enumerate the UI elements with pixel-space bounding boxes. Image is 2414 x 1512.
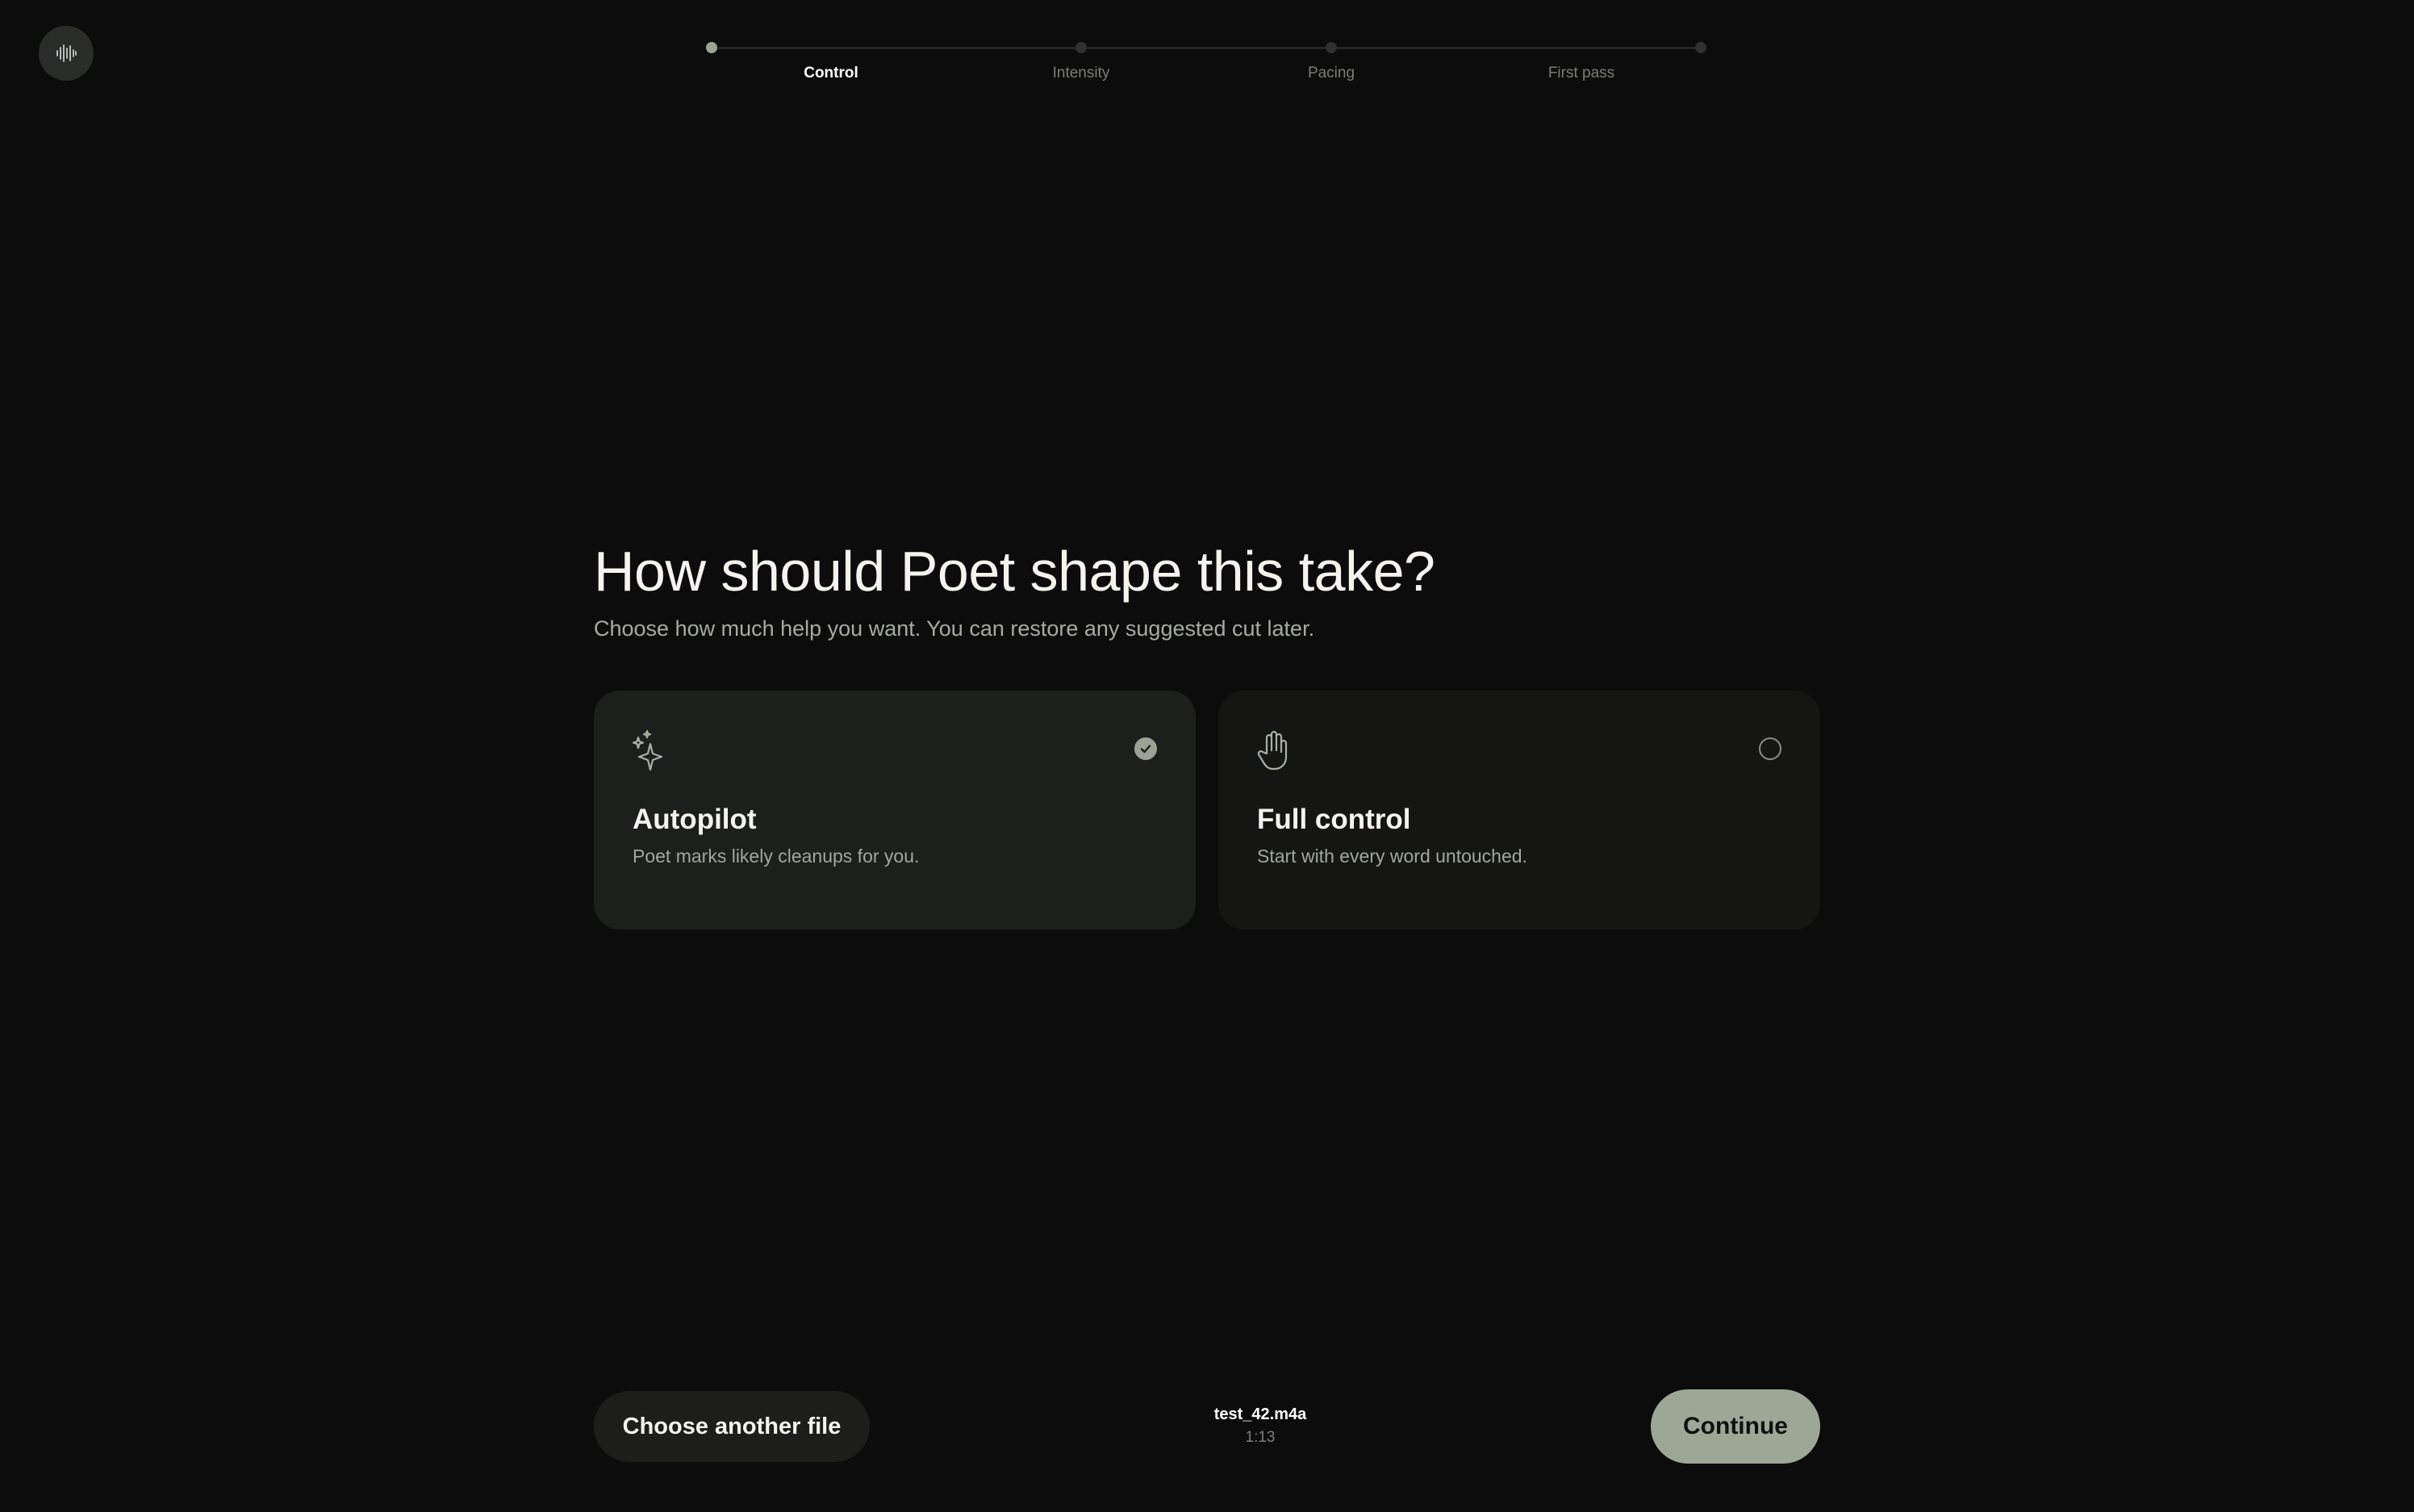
step-label-first-pass[interactable]: First pass [1548,65,1614,82]
continue-button[interactable]: Continue [1651,1389,1820,1464]
page-subtitle: Choose how much help you want. You can r… [594,616,1315,641]
file-info: test_42.m4a 1:13 [1180,1405,1341,1447]
app-logo[interactable] [39,26,94,81]
step-label-control[interactable]: Control [804,65,858,82]
option-description: Start with every word untouched. [1257,846,1527,867]
option-description: Poet marks likely cleanups for you. [633,846,920,867]
option-card-full-control[interactable]: Full control Start with every word untou… [1218,691,1820,929]
step-dot-first-pass [1695,42,1706,53]
step-label-intensity[interactable]: Intensity [1053,65,1110,82]
sparkles-icon [632,729,663,771]
choose-another-file-button[interactable]: Choose another file [594,1391,870,1462]
radio-unchecked-icon[interactable] [1759,737,1781,760]
file-duration: 1:13 [1245,1429,1276,1446]
option-title: Autopilot [633,804,757,835]
hand-icon [1257,730,1288,771]
option-card-autopilot[interactable]: Autopilot Poet marks likely cleanups for… [594,691,1196,929]
onboarding-screen: Control Intensity Pacing First pass How … [0,0,2414,1512]
waveform-icon [56,44,77,62]
file-name: test_42.m4a [1213,1405,1307,1423]
progress-stepper: Control Intensity Pacing First pass [700,36,1714,92]
page-title: How should Poet shape this take? [594,540,1435,603]
option-title: Full control [1257,804,1411,835]
radio-checked-icon[interactable] [1134,737,1157,760]
checkmark-icon [1140,745,1151,754]
step-dot-control [706,42,717,53]
step-label-pacing[interactable]: Pacing [1308,65,1355,82]
step-dot-pacing [1326,42,1337,53]
step-dot-intensity [1075,42,1087,53]
stepper-track [712,47,1702,49]
